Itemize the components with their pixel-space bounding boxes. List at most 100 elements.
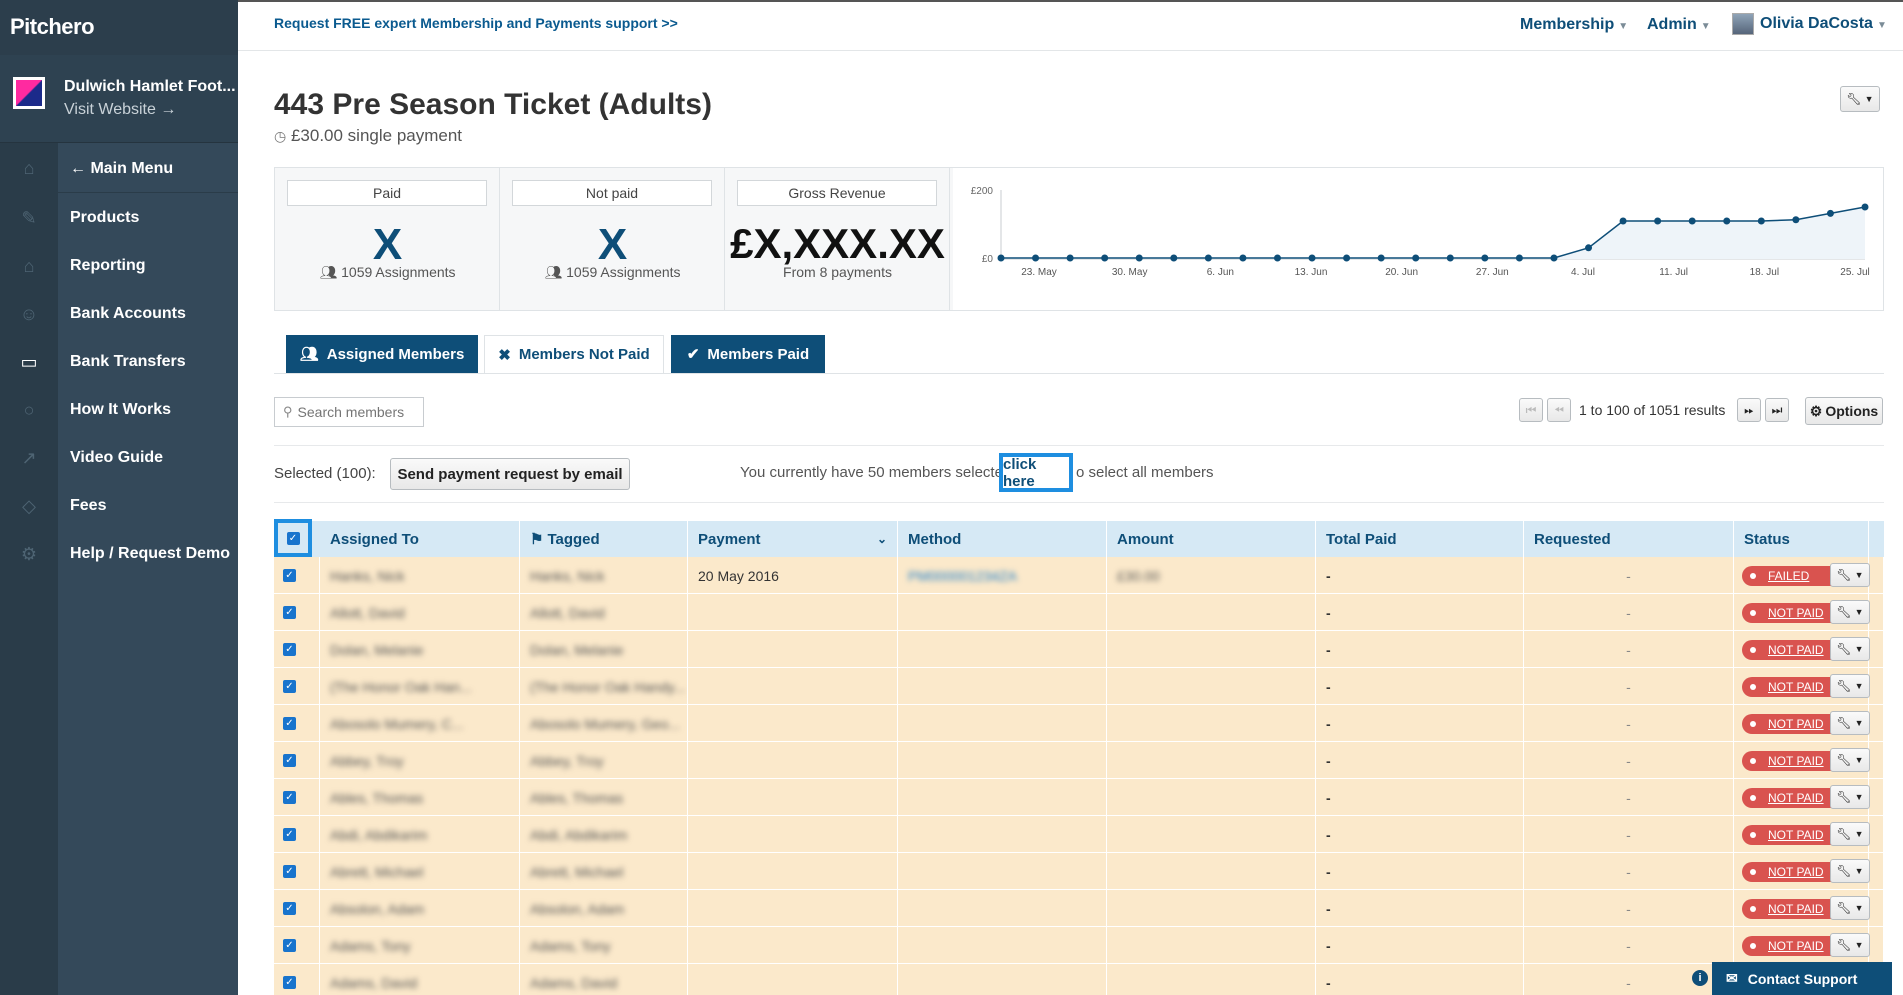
sidebar-item-video-guide[interactable]: Video Guide: [58, 434, 238, 482]
row-tools-button[interactable]: 🔧︎▼: [1830, 600, 1870, 624]
assigned-to-name[interactable]: Hanks, Nick: [330, 568, 405, 584]
home-icon[interactable]: ⌂: [18, 157, 40, 179]
assigned-to-cell[interactable]: Abbey, Troy: [320, 742, 520, 779]
assigned-to-name[interactable]: Allott, David: [330, 605, 405, 621]
assigned-to-cell[interactable]: Absolon, Adam: [320, 890, 520, 927]
col-payment[interactable]: Payment ⌄: [688, 521, 898, 557]
tab-members-paid[interactable]: ✔ Members Paid: [671, 335, 825, 373]
row-tools-button[interactable]: 🔧︎▼: [1830, 748, 1870, 772]
chart-icon[interactable]: ↗: [18, 447, 40, 469]
row-checkbox-cell[interactable]: ✓: [274, 890, 320, 927]
table-row[interactable]: ✓ Ables, Thomas Ables, Thomas - - NOT PAID 🔧︎ ▼: [274, 779, 1884, 816]
row-checkbox-cell[interactable]: ✓: [274, 779, 320, 816]
assigned-to-cell[interactable]: Hanks, Nick: [320, 557, 520, 594]
assigned-to-cell[interactable]: Abrett, Michael: [320, 853, 520, 890]
sidebar-item-products[interactable]: Products: [58, 194, 238, 242]
row-checkbox-cell[interactable]: ✓: [274, 668, 320, 705]
sidebar-item-bank-accounts[interactable]: Bank Accounts: [58, 290, 238, 338]
table-row[interactable]: ✓ Abosolo Mumery, C... Abosolo Mumery, Geo…: [274, 705, 1884, 742]
assigned-to-cell[interactable]: Ables, Thomas: [320, 779, 520, 816]
table-row[interactable]: ✓ Allott, David Allott, David - - NOT PAID 🔧︎ ▼: [274, 594, 1884, 631]
options-button[interactable]: ⚙︎ Options: [1805, 397, 1883, 425]
card-icon[interactable]: ▭: [18, 351, 40, 373]
assigned-to-name[interactable]: Abbey, Troy: [330, 753, 404, 769]
col-tagged[interactable]: ⚑ Tagged: [520, 521, 688, 557]
pencil-icon[interactable]: ✎: [18, 207, 40, 229]
col-requested[interactable]: Requested: [1524, 521, 1734, 557]
col-total-paid[interactable]: Total Paid: [1316, 521, 1524, 557]
table-row[interactable]: ✓ Adams, Tony Adams, Tony - - NOT PAID 🔧︎ ▼: [274, 927, 1884, 964]
col-amount[interactable]: Amount: [1107, 521, 1316, 557]
table-row[interactable]: ✓ Abbey, Troy Abbey, Troy - - NOT PAID 🔧︎ ▼: [274, 742, 1884, 779]
assigned-to-cell[interactable]: Abosolo Mumery, C...: [320, 705, 520, 742]
assigned-to-name[interactable]: Abdi, Abdikarim: [330, 827, 427, 843]
row-checkbox-cell[interactable]: ✓: [274, 853, 320, 890]
visit-website-link[interactable]: Visit Website →: [64, 101, 176, 119]
row-tools-button[interactable]: 🔧︎▼: [1830, 711, 1870, 735]
row-checkbox-cell[interactable]: ✓: [274, 816, 320, 853]
row-checkbox-cell[interactable]: ✓: [274, 705, 320, 742]
table-row[interactable]: ✓Adams, DavidAdams, David--NOT PAID🔧︎▼: [274, 964, 1884, 995]
assigned-to-name[interactable]: Abrett, Michael: [330, 864, 423, 880]
last-page-button[interactable]: ⏭︎: [1765, 398, 1789, 422]
assigned-to-name[interactable]: Abosolo Mumery, C...: [330, 716, 464, 732]
table-row[interactable]: ✓ Abrett, Michael Abrett, Michael - - NOT PAI…: [274, 853, 1884, 890]
table-row[interactable]: ✓ (The Honor Oak Han... (The Honor Oak Han…: [274, 668, 1884, 705]
select-all-checkbox[interactable]: ✓: [274, 519, 312, 557]
gear-icon[interactable]: ⚙: [18, 543, 40, 565]
table-row[interactable]: ✓ Dolan, Melanie Dolan, Melanie - - NOT PAID 🔧…: [274, 631, 1884, 668]
assigned-to-name[interactable]: (The Honor Oak Han...: [330, 679, 472, 695]
contact-support-button[interactable]: ✉ Contact Support: [1712, 962, 1892, 995]
sidebar-item-how-it-works[interactable]: How It Works: [58, 386, 238, 434]
sidebar-item-main-menu[interactable]: ← Main Menu: [58, 145, 238, 193]
row-checkbox-cell[interactable]: ✓: [274, 557, 320, 594]
assigned-to-name[interactable]: Adams, Tony: [330, 938, 411, 954]
send-payment-request-button[interactable]: Send payment request by email: [390, 458, 630, 490]
select-all-link[interactable]: click here: [999, 453, 1073, 492]
assigned-to-cell[interactable]: Abdi, Abdikarim: [320, 816, 520, 853]
tab-assigned-members[interactable]: 👥︎ Assigned Members: [286, 335, 478, 373]
table-row[interactable]: ✓ Abdi, Abdikarim Abdi, Abdikarim - - NOT PAI…: [274, 816, 1884, 853]
row-tools-button[interactable]: 🔧︎▼: [1830, 674, 1870, 698]
row-tools-button[interactable]: 🔧︎▼: [1830, 785, 1870, 809]
assigned-to-name[interactable]: Ables, Thomas: [330, 790, 423, 806]
club-switcher[interactable]: Dulwich Hamlet Foot... Visit Website →: [0, 55, 238, 143]
assigned-to-cell[interactable]: (The Honor Oak Han...: [320, 668, 520, 705]
promo-link[interactable]: Request FREE expert Membership and Payme…: [274, 15, 678, 31]
table-row[interactable]: ✓ Hanks, Nick Hanks, Nick 20 May 2016 PM0000…: [274, 557, 1884, 594]
users-icon[interactable]: ☺: [18, 303, 40, 325]
assigned-to-name[interactable]: Adams, David: [330, 975, 417, 991]
row-checkbox-cell[interactable]: ✓: [274, 631, 320, 668]
info-icon[interactable]: i: [1692, 970, 1708, 986]
box-icon[interactable]: ◇: [18, 495, 40, 517]
row-tools-button[interactable]: 🔧︎▼: [1830, 822, 1870, 846]
first-page-button[interactable]: ⏮︎: [1519, 398, 1543, 422]
row-checkbox-cell[interactable]: ✓: [274, 927, 320, 964]
row-tools-button[interactable]: 🔧︎▼: [1830, 563, 1870, 587]
pitchero-logo[interactable]: Pitchero: [10, 14, 95, 40]
sidebar-item-bank-transfers[interactable]: Bank Transfers: [58, 338, 238, 386]
row-checkbox-cell[interactable]: ✓: [274, 594, 320, 631]
search-box[interactable]: ⚲: [274, 397, 424, 427]
next-page-button[interactable]: ⏩︎: [1737, 398, 1761, 422]
row-tools-button[interactable]: 🔧︎▼: [1830, 859, 1870, 883]
admin-menu[interactable]: Admin ▼: [1647, 16, 1711, 34]
shirt-icon[interactable]: ⌂: [18, 255, 40, 277]
col-status[interactable]: Status: [1734, 521, 1869, 557]
membership-menu[interactable]: Membership ▼: [1520, 16, 1628, 34]
row-tools-button[interactable]: 🔧︎▼: [1830, 637, 1870, 661]
row-checkbox-cell[interactable]: ✓: [274, 964, 320, 995]
prev-page-button[interactable]: ⏪︎: [1547, 398, 1571, 422]
assigned-to-cell[interactable]: Adams, Tony: [320, 927, 520, 964]
sidebar-item-help-request-demo[interactable]: Help / Request Demo: [58, 530, 238, 578]
row-tools-button[interactable]: 🔧︎▼: [1830, 933, 1870, 957]
search-input[interactable]: [297, 404, 418, 420]
row-tools-button[interactable]: 🔧︎▼: [1830, 896, 1870, 920]
tab-members-not-paid[interactable]: ✖ Members Not Paid: [484, 335, 664, 373]
col-assigned-to[interactable]: Assigned To: [320, 521, 520, 557]
assigned-to-cell[interactable]: Allott, David: [320, 594, 520, 631]
product-tools-button[interactable]: 🔧︎ ▼: [1840, 86, 1880, 112]
sidebar-item-reporting[interactable]: Reporting: [58, 242, 238, 290]
row-checkbox-cell[interactable]: ✓: [274, 742, 320, 779]
assigned-to-cell[interactable]: Adams, David: [320, 964, 520, 995]
